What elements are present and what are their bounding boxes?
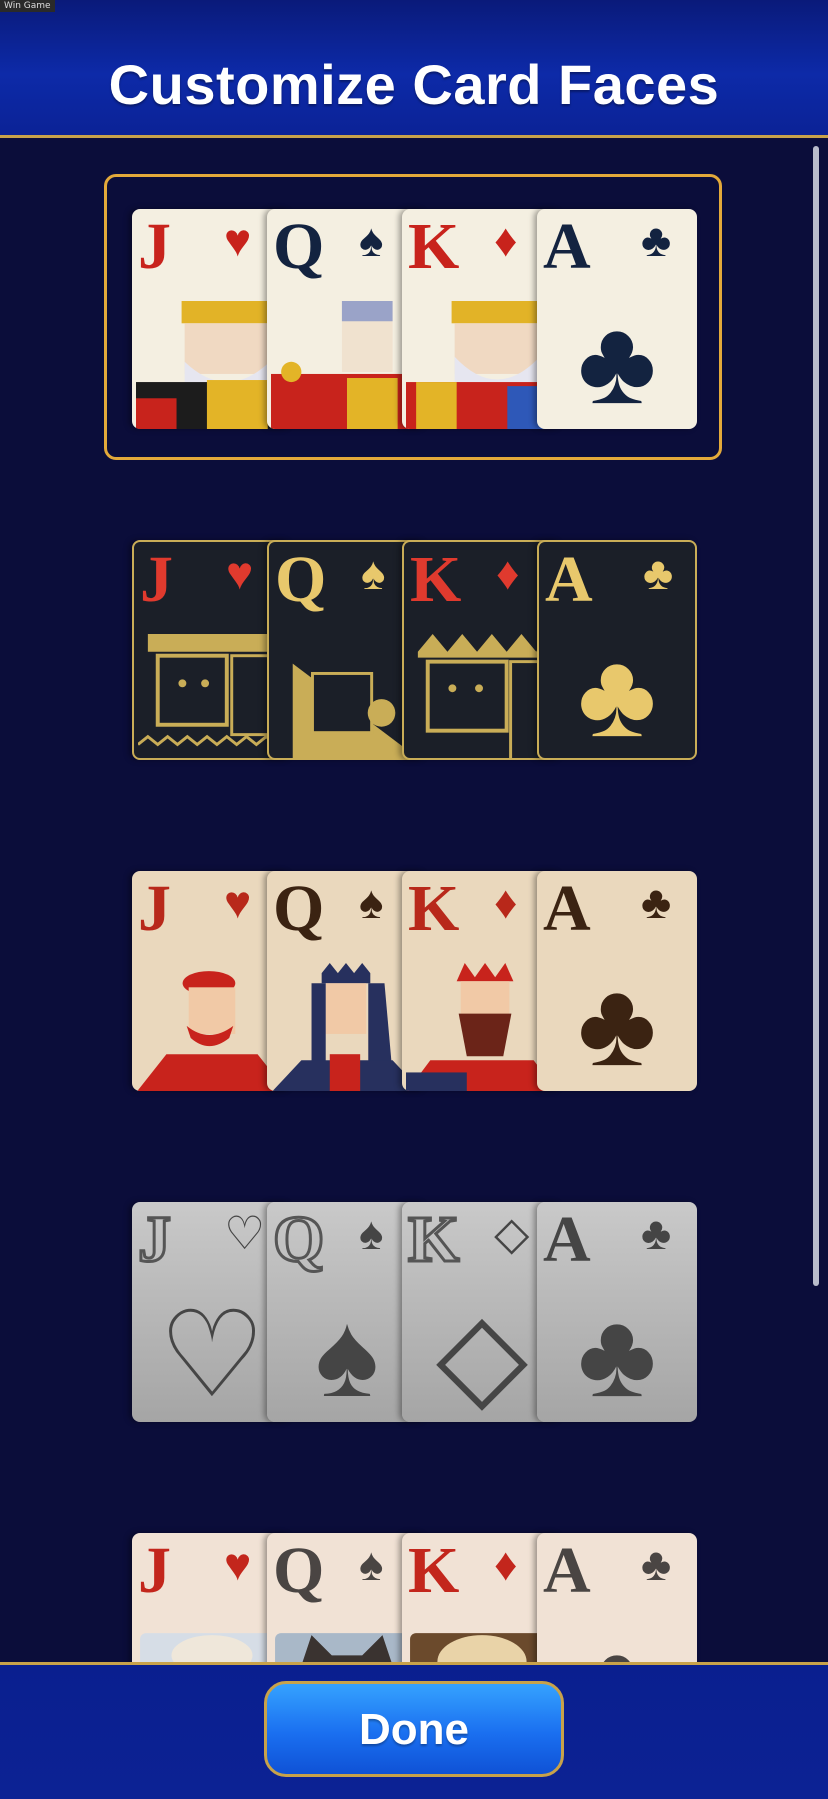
spade-icon: ♠	[359, 1538, 384, 1590]
card-rank: K	[408, 1534, 460, 1607]
diamond-icon: ♦	[494, 876, 518, 928]
heart-icon: ♥	[224, 214, 252, 266]
card-rank: A	[545, 543, 593, 616]
card-rank: Q	[273, 872, 325, 945]
club-icon: ♣	[537, 1621, 697, 1662]
club-icon: ♣	[641, 876, 672, 928]
card-rank: A	[543, 210, 591, 283]
club-icon: ♣	[641, 1538, 672, 1590]
spade-icon: ♠	[359, 214, 384, 266]
card-set-grey[interactable]: J ♡ ♡ Q ♠ ♠ K ◇ ◇ A ♣ ♣	[132, 1202, 697, 1424]
club-icon: ♣	[577, 1288, 657, 1422]
card-rank: J	[140, 543, 173, 616]
heart-icon: ♥	[224, 1538, 252, 1590]
card-rank: A	[543, 872, 591, 945]
card-rank: J	[138, 872, 171, 945]
jack-figure	[136, 301, 288, 429]
king-figure	[406, 301, 558, 429]
card-ace: A ♣ ♣	[537, 1533, 697, 1662]
card-ace: A ♣ ♣	[537, 209, 697, 429]
card-rank: A	[543, 1534, 591, 1607]
card-set-gold[interactable]: J ♥ Q ♠ K ♦ A ♣ ♣	[132, 540, 697, 762]
header-bar: Customize Card Faces	[0, 0, 828, 138]
queen-figure	[272, 963, 422, 1091]
window-title-tag: Win Game	[0, 0, 55, 12]
club-icon: ♣	[577, 295, 657, 429]
jack-figure	[137, 971, 287, 1091]
dog-photo	[140, 1633, 284, 1662]
king-figure	[417, 634, 548, 758]
card-rank: J	[137, 1202, 173, 1278]
diamond-outline-icon: ◇	[494, 1207, 530, 1259]
scrollbar[interactable]	[813, 146, 819, 1286]
card-rank: Q	[271, 1202, 325, 1278]
club-icon: ♣	[643, 547, 674, 599]
card-rank: J	[138, 1534, 171, 1607]
card-rank: K	[410, 543, 462, 616]
queen-figure	[292, 663, 418, 758]
card-rank: K	[406, 1202, 460, 1278]
club-icon: ♣	[577, 957, 657, 1091]
page-title: Customize Card Faces	[108, 53, 720, 116]
card-ace: A ♣ ♣	[537, 871, 697, 1091]
done-button[interactable]: Done	[264, 1681, 564, 1777]
card-set-pets[interactable]: J ♥ Q ♠ K ♦ A ♣ ♣	[132, 1533, 697, 1662]
jack-figure	[138, 634, 286, 747]
club-icon: ♣	[577, 628, 657, 760]
card-set-classic[interactable]: J ♥ Q ♠ K ♦ A ♣ ♣	[132, 209, 697, 431]
spade-icon: ♠	[359, 1207, 384, 1259]
diamond-icon: ♦	[494, 214, 518, 266]
heart-icon: ♥	[226, 547, 254, 599]
card-rank: A	[543, 1203, 591, 1276]
footer-bar: Done	[0, 1662, 828, 1799]
card-rank: Q	[273, 210, 325, 283]
card-face-list[interactable]: J ♥ Q ♠ K ♦ A ♣ ♣ J ♥ Q ♠ K ♦ A ♣ ♣ J ♥ …	[0, 141, 828, 1662]
card-ace: A ♣ ♣	[537, 1202, 697, 1422]
cat-photo	[275, 1633, 419, 1662]
card-rank: Q	[273, 1534, 325, 1607]
queen-figure	[271, 301, 423, 429]
spade-icon: ♠	[359, 876, 384, 928]
diamond-icon: ♦	[494, 1538, 518, 1590]
card-rank: K	[408, 872, 460, 945]
club-icon: ♣	[641, 214, 672, 266]
card-rank: J	[138, 210, 171, 283]
dog-photo	[410, 1633, 554, 1662]
heart-icon: ♥	[224, 876, 252, 928]
card-rank: K	[408, 210, 460, 283]
heart-outline-icon: ♡	[224, 1207, 266, 1259]
king-figure	[406, 963, 557, 1091]
card-set-folk[interactable]: J ♥ Q ♠ K ♦ A ♣ ♣	[132, 871, 697, 1093]
card-ace: A ♣ ♣	[537, 540, 697, 760]
club-icon: ♣	[641, 1207, 672, 1259]
diamond-icon: ♦	[496, 547, 520, 599]
card-rank: Q	[275, 543, 327, 616]
spade-icon: ♠	[361, 547, 386, 599]
